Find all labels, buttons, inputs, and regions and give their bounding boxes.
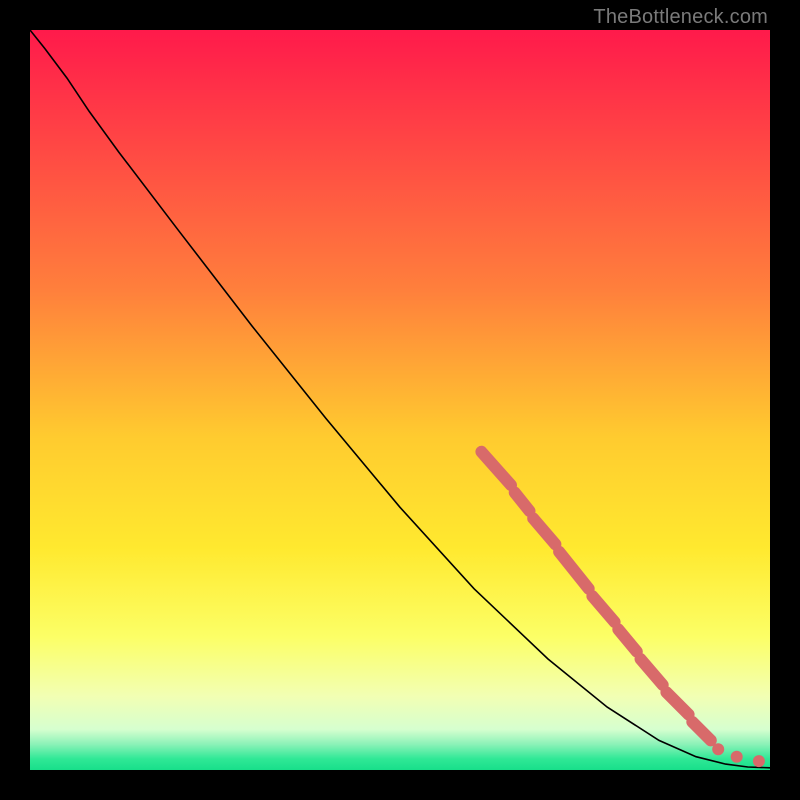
marker-segment [481,452,511,485]
marker-segment [592,596,614,622]
marker-segment [618,629,637,651]
chart-svg [30,30,770,770]
marker-segment [559,552,589,589]
main-curve [30,30,770,768]
marker-segment [533,518,555,544]
marker-segment [641,659,663,685]
marker-dot [712,743,724,755]
marker-segment [515,493,530,512]
watermark-label: TheBottleneck.com [593,6,768,29]
marker-segment [692,722,711,741]
marker-dot [731,751,743,763]
marker-segment [666,692,688,714]
marker-dot [753,755,765,767]
